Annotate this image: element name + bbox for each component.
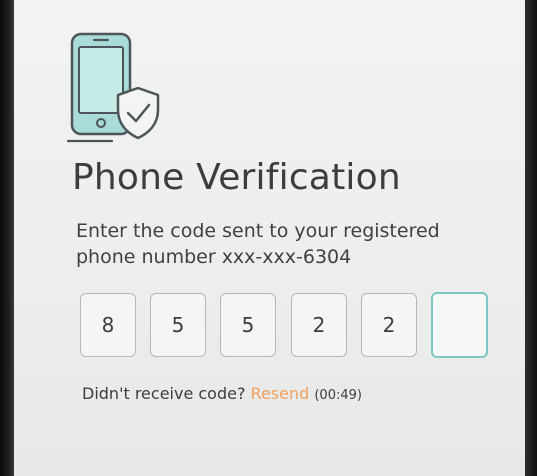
instructions-line-2: phone number xxx-xxx-6304 — [76, 246, 352, 268]
otp-digit-3[interactable]: 5 — [220, 293, 276, 357]
otp-digit-1[interactable]: 8 — [80, 293, 136, 357]
otp-digit-2[interactable]: 5 — [150, 293, 206, 357]
otp-digit-4[interactable]: 2 — [291, 293, 347, 357]
resend-row: Didn't receive code? Resend (00:49) — [82, 384, 362, 403]
otp-digit-6[interactable] — [431, 292, 488, 358]
page-title: Phone Verification — [72, 157, 401, 198]
resend-link[interactable]: Resend — [251, 384, 310, 403]
verification-screen: Phone Verification Enter the code sent t… — [14, 0, 525, 476]
phone-shield-check-icon — [66, 32, 160, 143]
instructions-text: Enter the code sent to your registered p… — [76, 218, 496, 270]
device-bezel-right — [525, 0, 537, 476]
resend-prompt: Didn't receive code? — [82, 384, 246, 403]
otp-digit-5[interactable]: 2 — [361, 293, 417, 357]
resend-timer: (00:49) — [314, 388, 362, 403]
instructions-line-1: Enter the code sent to your registered — [76, 220, 440, 242]
device-bezel-left — [0, 0, 14, 476]
